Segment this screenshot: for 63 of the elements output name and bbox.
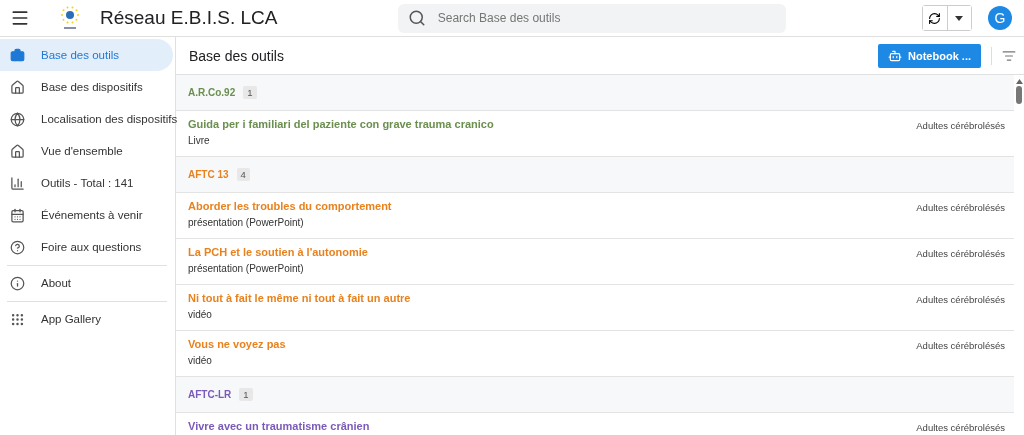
list-row[interactable]: Vivre avec un traumatisme crânien Adultes cérébrolésés [176, 413, 1014, 435]
item-type: présentation (PowerPoint) [188, 217, 305, 228]
scrollbar-thumb[interactable] [1016, 86, 1022, 104]
logo [59, 5, 81, 31]
item-category: Adultes cérébrolésés [916, 119, 1005, 133]
sidebar-item[interactable]: Base des outils [0, 39, 173, 71]
item-category: Adultes cérébrolésés [916, 339, 1005, 353]
filter-icon[interactable] [1002, 48, 1016, 63]
item-category: Adultes cérébrolésés [916, 201, 1005, 215]
item-category: Adultes cérébrolésés [916, 247, 1005, 261]
app-title: Réseau E.B.I.S. LCA [100, 7, 278, 29]
avatar[interactable]: G [988, 6, 1012, 30]
item-type: vidéo [188, 309, 213, 320]
nav-icon [10, 79, 25, 95]
item-title: Aborder les troubles du comportement [188, 200, 393, 212]
group-name: AFTC-LR [188, 389, 232, 400]
group-name: AFTC 13 [188, 169, 229, 180]
scroll-up-icon[interactable] [1015, 79, 1023, 84]
sidebar-item[interactable]: Événements à venir [0, 199, 173, 231]
list-row[interactable]: La PCH et le soutien à l'autonomie présentation (PowerPoint) Adultes cérébrolésés [176, 239, 1014, 285]
nav-icon [10, 275, 25, 291]
sidebar-item[interactable]: Base des dispositifs [0, 71, 173, 103]
search-field[interactable]: Search Base des outils [397, 3, 786, 33]
nav-icon [10, 207, 25, 223]
item-title: Vous ne voyez pas [188, 338, 287, 350]
caret-icon [955, 15, 964, 21]
nav-icon [10, 143, 25, 159]
item-type: vidéo [188, 355, 213, 366]
group-count: 4 [236, 168, 250, 181]
group-count: 1 [239, 388, 253, 401]
page-title: Base des outils [189, 47, 285, 64]
list-row[interactable]: Aborder les troubles du comportement présentation (PowerPoint) Adultes cérébrolésés [176, 193, 1014, 239]
robot-icon [888, 48, 903, 63]
dropdown-button[interactable] [947, 6, 971, 30]
notebook-button[interactable]: Notebook ... [878, 43, 981, 68]
sidebar-item[interactable]: Foire aux questions [0, 231, 173, 263]
item-type: présentation (PowerPoint) [188, 263, 305, 274]
group-name: A.R.Co.92 [188, 87, 236, 98]
sidebar-item[interactable]: Outils - Total : 141 [0, 167, 173, 199]
item-title: Guida per i familiari del paziente con grave trauma cranico [188, 118, 495, 130]
item-category: Adultes cérébrolésés [916, 421, 1005, 435]
list-row[interactable]: Ni tout à fait le même ni tout à fait un autre vidéo Adultes cérébrolésés [176, 285, 1014, 331]
nav-icon [10, 111, 25, 127]
item-title: Vivre avec un traumatisme crânien [188, 420, 371, 432]
search-icon [407, 9, 426, 27]
nav-icon [10, 239, 25, 255]
refresh-icon [928, 11, 942, 25]
item-title: Ni tout à fait le même ni tout à fait un autre [188, 292, 412, 304]
search-input[interactable]: Search Base des outils [435, 10, 776, 26]
menu-icon[interactable] [10, 8, 30, 28]
nav-icon [10, 47, 25, 63]
sidebar-item[interactable]: Vue d'ensemble [0, 135, 173, 167]
item-category: Adultes cérébrolésés [916, 293, 1005, 307]
group-header[interactable]: A.R.Co.92 1 [176, 75, 1014, 111]
nav-icon [10, 311, 25, 327]
group-count: 1 [243, 86, 257, 99]
group-header[interactable]: AFTC 13 4 [176, 157, 1014, 193]
sidebar-item[interactable]: About [0, 267, 173, 299]
nav-icon [10, 175, 25, 191]
item-title: La PCH et le soutien à l'autonomie [188, 246, 369, 258]
group-header[interactable]: AFTC-LR 1 [176, 377, 1014, 413]
item-type: Livre [188, 135, 211, 146]
sidebar-item[interactable]: App Gallery [0, 303, 173, 335]
